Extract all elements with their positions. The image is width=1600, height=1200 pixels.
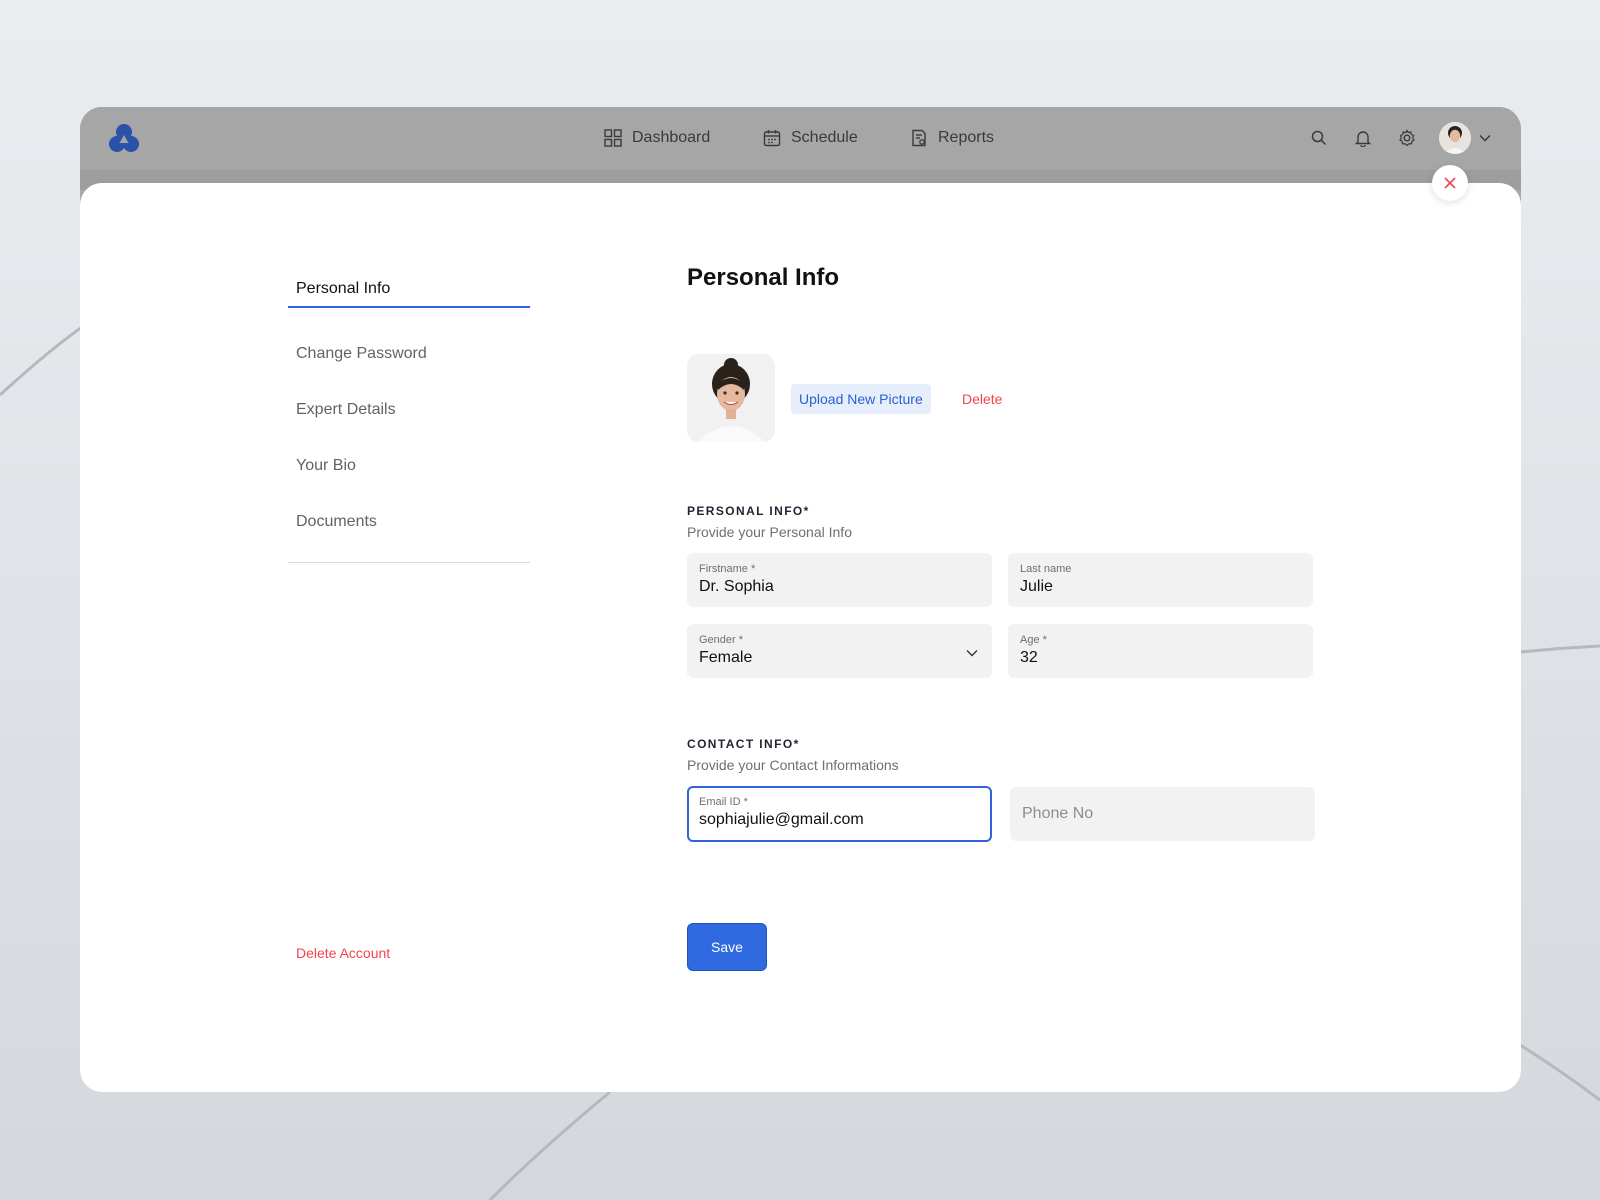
grid-icon [604, 129, 622, 147]
search-icon[interactable] [1309, 128, 1329, 148]
bell-icon[interactable] [1353, 128, 1373, 148]
chevron-down-icon [966, 644, 978, 662]
field-value: Julie [1020, 578, 1053, 595]
settings-sidebar: Personal Info Change Password Expert Det… [288, 270, 530, 550]
field-value: Dr. Sophia [699, 578, 774, 595]
email-field[interactable]: Email ID * sophiajulie@gmail.com [687, 786, 992, 842]
save-button[interactable]: Save [687, 923, 767, 971]
upload-picture-button[interactable]: Upload New Picture [791, 384, 931, 414]
delete-account-link[interactable]: Delete Account [296, 945, 390, 961]
close-icon [1444, 177, 1456, 189]
field-value: sophiajulie@gmail.com [699, 811, 864, 828]
nav-item-dashboard[interactable]: Dashboard [604, 127, 710, 149]
personal-info-section-subtitle: Provide your Personal Info [687, 524, 852, 540]
calendar-icon [763, 130, 781, 147]
field-placeholder: Phone No [1022, 805, 1094, 822]
chevron-down-icon[interactable] [1479, 129, 1491, 147]
close-button[interactable] [1432, 165, 1468, 201]
phone-field[interactable]: Phone No [1010, 787, 1315, 841]
gear-icon[interactable] [1397, 128, 1417, 148]
gender-select[interactable]: Gender * Female [687, 624, 992, 678]
sidebar-item-documents[interactable]: Documents [288, 494, 530, 550]
sidebar-item-expert-details[interactable]: Expert Details [288, 382, 530, 438]
field-label: Last name [1020, 563, 1072, 575]
nav-item-reports[interactable]: Reports [910, 127, 994, 149]
nav-item-schedule[interactable]: Schedule [763, 127, 858, 149]
firstname-field[interactable]: Firstname * Dr. Sophia [687, 553, 992, 607]
field-value: 32 [1020, 649, 1038, 666]
field-label: Email ID * [699, 796, 748, 808]
field-label: Age * [1020, 634, 1047, 646]
nav-actions [1285, 121, 1491, 155]
delete-picture-button[interactable]: Delete [962, 384, 1002, 414]
user-avatar[interactable] [1439, 122, 1471, 154]
field-label: Gender * [699, 634, 744, 646]
nav-label: Reports [938, 129, 995, 146]
nav-label: Schedule [791, 129, 858, 146]
sidebar-divider [288, 562, 530, 563]
age-field[interactable]: Age * 32 [1008, 624, 1313, 678]
page-title: Personal Info [687, 264, 840, 291]
contact-info-section-title: CONTACT INFO* [687, 737, 800, 751]
contact-info-section-subtitle: Provide your Contact Informations [687, 757, 899, 773]
report-icon [912, 129, 926, 147]
personal-info-section-title: PERSONAL INFO* [687, 504, 810, 518]
profile-photo [687, 354, 775, 442]
top-nav-bar: Dashboard Schedule Reports [80, 107, 1521, 170]
field-label: Firstname * [699, 563, 756, 575]
lastname-field[interactable]: Last name Julie [1008, 553, 1313, 607]
sidebar-item-change-password[interactable]: Change Password [288, 326, 530, 382]
nav-label: Dashboard [632, 129, 711, 146]
field-value: Female [699, 649, 753, 666]
sidebar-item-personal-info[interactable]: Personal Info [288, 270, 530, 308]
sidebar-item-your-bio[interactable]: Your Bio [288, 438, 530, 494]
